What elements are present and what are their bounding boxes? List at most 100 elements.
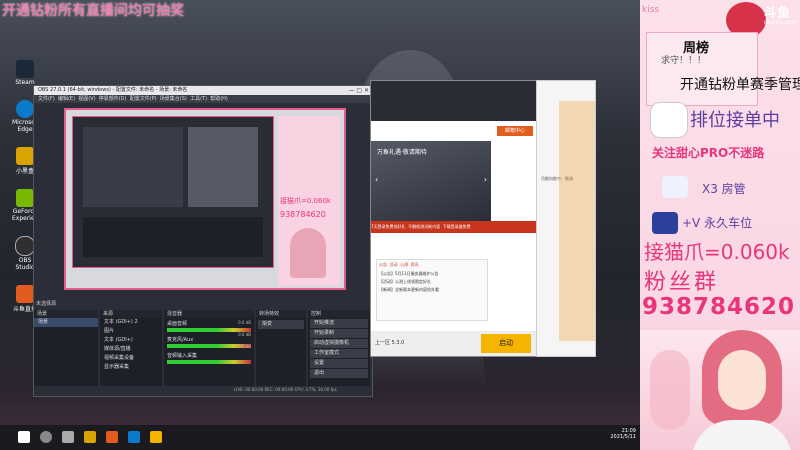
- nested-group-number: 938784620: [280, 210, 326, 219]
- weekly-board: 周榜 求守！！！: [646, 32, 758, 106]
- news-tab[interactable]: 公告: [379, 262, 387, 267]
- dock-no-source-label: 未选择源: [36, 301, 57, 307]
- heybox-icon: [16, 147, 34, 165]
- side-card-accent: [559, 101, 595, 341]
- cat-sticker: [650, 102, 688, 138]
- menu-view[interactable]: 视图(V): [78, 96, 95, 102]
- banner-text: 开通钻粉所有直播间均可抽奖: [2, 3, 184, 19]
- menu-edit[interactable]: 编辑(E): [58, 96, 75, 102]
- controls-dock-title: 控制: [308, 310, 370, 318]
- perk-parking: +V 永久车位: [682, 216, 753, 230]
- source-item[interactable]: 媒体源/直播: [100, 345, 162, 354]
- menu-help[interactable]: 帮助(H): [210, 96, 228, 102]
- source-item[interactable]: 显示器采集: [100, 363, 162, 372]
- launcher-news-panel: 公告 活动 公测 资讯 【公告】5月11日服务器维护公告 【活动】公测上线领限定…: [376, 259, 488, 321]
- follow-text: 关注甜心PRO不迷路: [652, 146, 765, 160]
- obs-preview[interactable]: 接猫爪=0.060k 938784620: [64, 108, 346, 290]
- banner-prev-arrow[interactable]: ‹: [375, 175, 378, 184]
- perk-icon-car: [652, 212, 678, 234]
- scenes-dock-title: 场景: [34, 310, 98, 318]
- menu-tools[interactable]: 工具(T): [190, 96, 207, 102]
- scenes-dock: 场景 场景: [34, 310, 98, 386]
- mixer-level: 0.0 dB: [238, 332, 251, 337]
- taskbar: 21:09 2021/5/11: [0, 425, 640, 450]
- launcher-bottom-bar: 上一区 5.3.0 启动: [371, 331, 537, 356]
- nested-streamer-cam: [290, 228, 326, 278]
- nested-preview: [72, 116, 274, 268]
- steam-icon: [16, 60, 34, 78]
- news-tab[interactable]: 资讯: [411, 262, 419, 267]
- obs-window[interactable]: OBS 27.0.1 (64-bit, windows) - 配置文件: 未命名…: [33, 85, 373, 397]
- stream-screen: 开通钻粉所有直播间均可抽奖 Steam Microsoft Edge 小黑盒 G…: [0, 0, 800, 450]
- start-streaming-button[interactable]: 开始推流: [310, 319, 368, 328]
- source-item[interactable]: 文本 (GDI+) 2: [100, 318, 162, 327]
- sources-dock: 来源 文本 (GDI+) 2 图片 文本 (GDI+) 媒体源/直播 视频采集设…: [100, 310, 162, 386]
- transition-select[interactable]: 渐变: [258, 320, 304, 329]
- mixer-dock: 混音器 桌面音频 麦克风/Aux 音频输入采集 0.0 dB 0.0 dB 0.…: [164, 310, 254, 386]
- virtual-camera-button[interactable]: 启动虚拟摄像机: [310, 339, 368, 348]
- controls-dock: 控制 开始推流 开始录制 启动虚拟摄像机 工作室模式 设置 退出: [308, 310, 370, 386]
- nested-price: 接猫爪=0.060k: [280, 197, 331, 205]
- obs-docks: 未选择源 场景 场景 来源 文本 (GDI+) 2 图片 文本 (GDI+) 媒…: [34, 296, 372, 396]
- side-card: 功能向推中，敬请: [536, 80, 596, 357]
- studio-mode-button[interactable]: 工作室模式: [310, 349, 368, 358]
- news-tab[interactable]: 公测: [400, 262, 408, 267]
- heybox-taskbar-icon[interactable]: [84, 431, 96, 443]
- launcher-window[interactable]: 邮箱中心 万象礼遇·敬请期待 ‹ › 7天登录免费领好礼 不删档测试新内容 下载…: [370, 80, 538, 357]
- start-recording-button[interactable]: 开始录制: [310, 329, 368, 338]
- launcher-banner[interactable]: 万象礼遇·敬请期待 ‹ ›: [371, 141, 491, 221]
- menu-scene-collection[interactable]: 场景集合(S): [160, 96, 187, 102]
- search-icon[interactable]: [40, 431, 52, 443]
- geforce-icon: [16, 189, 34, 207]
- obs-menu-bar: 文件(F) 编辑(E) 视图(V) 停靠部件(D) 配置文件(P) 场景集合(S…: [34, 95, 372, 103]
- scene-item[interactable]: 场景: [34, 318, 98, 327]
- news-tabs: 公告 活动 公测 资讯: [377, 260, 487, 270]
- nested-browser: [188, 127, 258, 207]
- exit-button[interactable]: 退出: [310, 369, 368, 378]
- streamer-camera: [640, 330, 800, 450]
- source-item[interactable]: 图片: [100, 327, 162, 336]
- launcher-tab[interactable]: 7天登录免费领好礼: [371, 224, 406, 229]
- perk-room-admin: X3 房管: [702, 182, 746, 196]
- streamer-face: [718, 350, 766, 410]
- news-tab[interactable]: 活动: [390, 262, 398, 267]
- mixer-track-label: 音频输入采集: [167, 353, 198, 359]
- taskbar-date: 2021/5/11: [610, 434, 636, 440]
- obs-status-bar: LIVE: 00:00:00 REC: 00:00:00 CPU: 3.7%, …: [234, 387, 337, 392]
- news-line[interactable]: 【新闻】全新版本更新内容抢先看: [377, 286, 487, 294]
- source-item[interactable]: 文本 (GDI+): [100, 336, 162, 345]
- start-icon[interactable]: [18, 431, 30, 443]
- server-select[interactable]: 上一区 5.3.0: [375, 339, 404, 346]
- perk-icon-rocket: [662, 176, 688, 198]
- taskbar-clock[interactable]: 21:09 2021/5/11: [600, 428, 636, 440]
- edge-taskbar-icon[interactable]: [128, 431, 140, 443]
- task-view-icon[interactable]: [62, 431, 74, 443]
- price-text: 接猫爪=0.060k: [644, 240, 790, 264]
- menu-file[interactable]: 文件(F): [38, 96, 55, 102]
- edge-icon: [16, 100, 34, 118]
- launcher-tab[interactable]: 不删档测试新内容: [408, 224, 440, 229]
- source-item[interactable]: 视频采集设备: [100, 354, 162, 363]
- banner-next-arrow[interactable]: ›: [484, 175, 487, 184]
- news-line[interactable]: 【公告】5月11日服务器维护公告: [377, 270, 487, 278]
- window-controls[interactable]: — ▢ ✕: [348, 87, 369, 94]
- transitions-dock-title: 转场特效: [256, 310, 306, 318]
- menu-profile[interactable]: 配置文件(P): [130, 96, 157, 102]
- kiss-sticker: kiss: [642, 5, 660, 15]
- mixer-level: 0.0 dB: [238, 344, 251, 349]
- transitions-dock: 转场特效 渐变: [256, 310, 306, 386]
- obs-title-bar[interactable]: OBS 27.0.1 (64-bit, windows) - 配置文件: 未命名…: [34, 86, 372, 95]
- launcher-banner-text: 万象礼遇·敬请期待: [377, 149, 427, 156]
- douyu-watermark-url: douyu.com: [764, 19, 798, 26]
- news-line[interactable]: 【活动】公测上线领限定好礼: [377, 278, 487, 286]
- rank-status: 排位接单中: [690, 110, 780, 131]
- launcher-tab[interactable]: 下载登录器免费: [443, 224, 471, 229]
- folder-icon[interactable]: [150, 431, 162, 443]
- launcher-header-button[interactable]: 邮箱中心: [497, 126, 533, 136]
- launch-button[interactable]: 启动: [481, 334, 531, 353]
- settings-button[interactable]: 设置: [310, 359, 368, 368]
- douyu-taskbar-icon[interactable]: [106, 431, 118, 443]
- menu-docks[interactable]: 停靠部件(D): [99, 96, 127, 102]
- desktop-icon-steam[interactable]: Steam: [12, 60, 38, 86]
- audio-meter[interactable]: [167, 360, 251, 364]
